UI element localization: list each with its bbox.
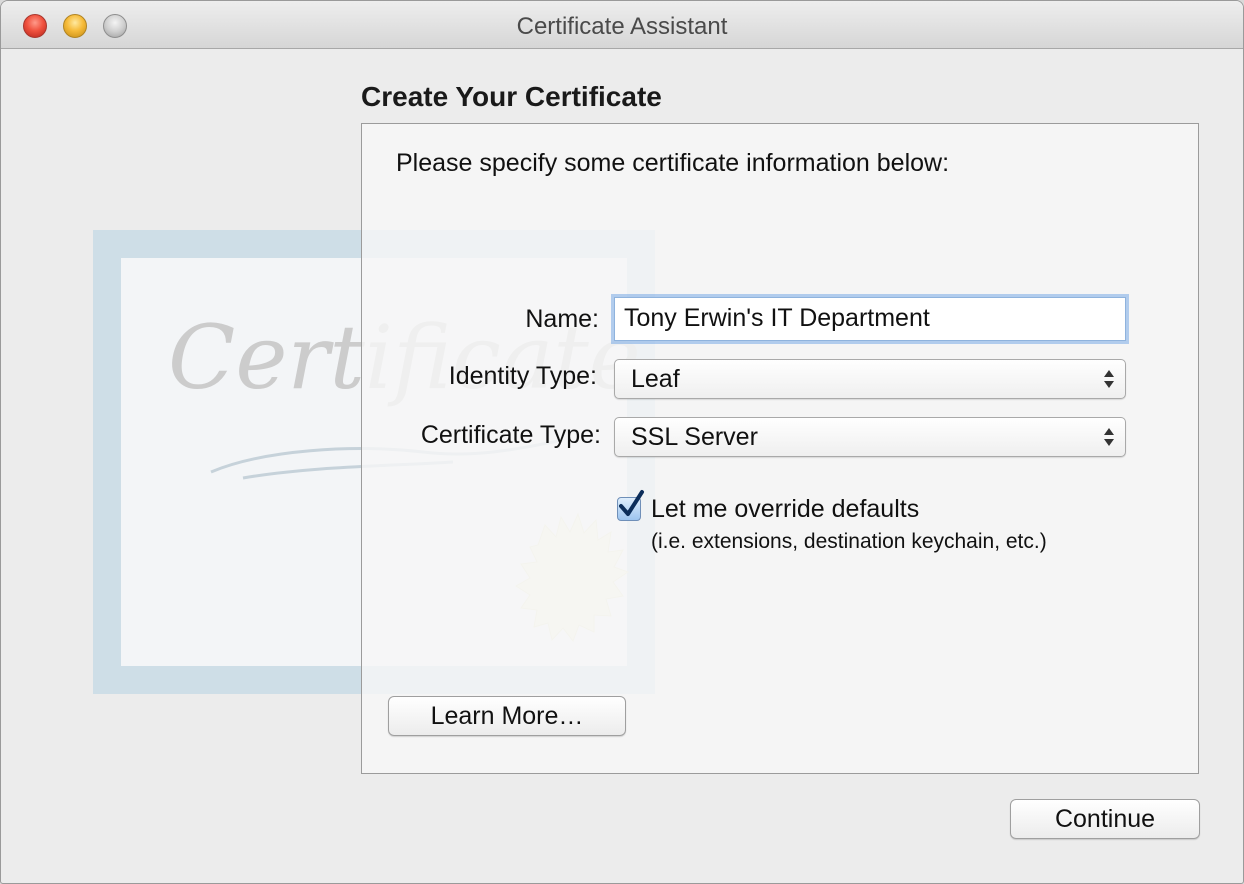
certificate-type-select[interactable]: SSL Server	[614, 417, 1126, 457]
override-defaults-checkbox[interactable]	[617, 490, 644, 521]
certificate-assistant-window: Certificate Assistant Certificate Create…	[0, 0, 1244, 884]
instruction-text: Please specify some certificate informat…	[396, 149, 950, 177]
title-bar[interactable]: Certificate Assistant	[1, 1, 1243, 49]
identity-type-value: Leaf	[631, 365, 680, 393]
continue-button[interactable]: Continue	[1010, 799, 1200, 839]
checkmark-icon	[619, 490, 644, 516]
up-down-arrows-icon	[1104, 428, 1114, 446]
up-down-arrows-icon	[1104, 370, 1114, 388]
page-heading: Create Your Certificate	[361, 81, 662, 112]
window-title: Certificate Assistant	[516, 13, 728, 40]
override-defaults-sublabel: (i.e. extensions, destination keychain, …	[651, 530, 1047, 553]
name-label: Name:	[525, 305, 599, 333]
name-field[interactable]: Tony Erwin's IT Department	[614, 297, 1126, 341]
certificate-type-value: SSL Server	[631, 423, 758, 451]
learn-more-button[interactable]: Learn More…	[388, 696, 626, 736]
identity-type-label: Identity Type:	[448, 362, 597, 390]
identity-type-select[interactable]: Leaf	[614, 359, 1126, 399]
override-defaults-label[interactable]: Let me override defaults	[651, 495, 919, 524]
certificate-type-label: Certificate Type:	[420, 421, 601, 449]
